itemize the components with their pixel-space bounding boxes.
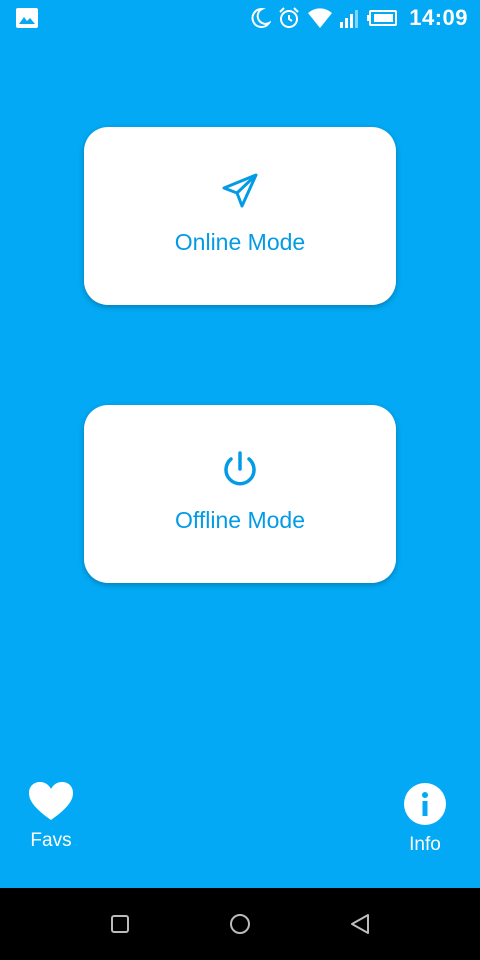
info-icon xyxy=(404,783,446,825)
wifi-icon xyxy=(308,8,333,28)
heart-icon xyxy=(29,782,73,820)
home-icon[interactable] xyxy=(228,912,252,936)
gallery-icon xyxy=(16,8,38,28)
favs-label: Favs xyxy=(30,830,72,851)
recents-icon[interactable] xyxy=(108,912,132,936)
status-time: 14:09 xyxy=(409,5,468,30)
battery-icon xyxy=(367,10,398,26)
signal-icon xyxy=(340,10,359,28)
paper-plane-icon xyxy=(222,173,258,208)
back-icon[interactable] xyxy=(348,912,372,936)
offline-mode-button[interactable]: Offline Mode xyxy=(84,405,396,583)
status-bar: 14:09 xyxy=(0,0,480,36)
navigation-bar xyxy=(0,888,480,960)
online-mode-label: Online Mode xyxy=(174,229,306,255)
power-icon xyxy=(224,451,256,486)
favs-button[interactable]: Favs xyxy=(11,782,91,852)
info-button[interactable]: Info xyxy=(385,782,465,856)
app-screen: 14:09 Online Mode Offline Mode Favs Info xyxy=(0,0,480,960)
online-mode-button[interactable]: Online Mode xyxy=(84,127,396,305)
alarm-icon xyxy=(279,7,299,28)
status-icons: 14:09 xyxy=(249,4,468,32)
offline-mode-label: Offline Mode xyxy=(175,507,305,533)
info-label: Info xyxy=(409,834,441,855)
moon-icon xyxy=(251,7,272,28)
